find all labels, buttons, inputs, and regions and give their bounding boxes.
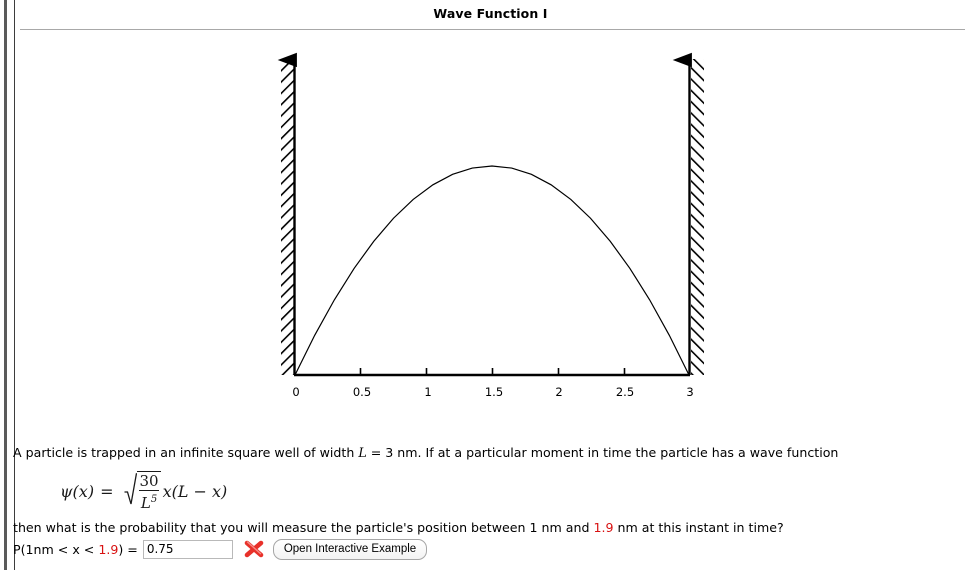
problem-line2-value: 1.9 bbox=[593, 520, 614, 535]
answer-row: P(1nm < x < 1.9) = Open Interactive Exam… bbox=[13, 538, 428, 560]
open-interactive-example-button[interactable]: Open Interactive Example bbox=[272, 538, 428, 560]
problem-line-2: then what is the probability that you wi… bbox=[13, 519, 784, 536]
formula-sqrt: 30 L5 bbox=[124, 470, 161, 512]
answer-label: P(1nm < x < 1.9) = bbox=[13, 542, 138, 557]
formula-denominator: L5 bbox=[138, 490, 160, 512]
answer-label-part1: P(1nm < x < bbox=[13, 541, 99, 557]
wave-function-curve bbox=[294, 165, 690, 376]
header: Wave Function I bbox=[16, 0, 965, 30]
radical-sign-icon bbox=[124, 473, 138, 505]
x-tick-label: 1.5 bbox=[485, 385, 503, 399]
x-tick-label: 2 bbox=[555, 385, 562, 399]
problem-width-symbol: L bbox=[358, 445, 367, 460]
infinite-wall-left-hatch bbox=[281, 59, 294, 375]
formula-denominator-exponent: 5 bbox=[150, 494, 158, 505]
formula-expression: ψ (x) = 30 L5 x(L − x) bbox=[60, 470, 228, 512]
formula-equals: = bbox=[100, 481, 114, 501]
x-tick-label: 0 bbox=[292, 385, 299, 399]
wave-function-figure: 0 0.5 1 1.5 2 2.5 3 bbox=[0, 34, 965, 414]
x-tick-label: 2.5 bbox=[616, 385, 634, 399]
x-tick-label: 3 bbox=[686, 385, 693, 399]
wave-function-plot: 0 0.5 1 1.5 2 2.5 3 bbox=[277, 52, 704, 399]
problem-line2-part2: nm at this instant in time? bbox=[613, 520, 784, 535]
formula-psi: ψ bbox=[60, 481, 73, 501]
answer-label-part2: ) = bbox=[118, 541, 138, 557]
problem-line1-part1: A particle is trapped in an infinite squ… bbox=[13, 445, 359, 460]
formula-denominator-base: L bbox=[140, 494, 151, 512]
x-tick-label: 1 bbox=[424, 385, 431, 399]
problem-line-1: A particle is trapped in an infinite squ… bbox=[13, 444, 953, 461]
answer-label-value: 1.9 bbox=[98, 541, 119, 557]
answer-input[interactable] bbox=[142, 539, 233, 559]
x-axis-tick-labels: 0 0.5 1 1.5 2 2.5 3 bbox=[292, 385, 693, 399]
problem-line2-part1: then what is the probability that you wi… bbox=[13, 520, 594, 535]
x-tick-label: 0.5 bbox=[353, 385, 371, 399]
incorrect-x-icon bbox=[243, 539, 265, 559]
formula-psi-arg: (x) bbox=[72, 481, 95, 501]
page-title: Wave Function I bbox=[433, 6, 548, 21]
infinite-wall-right-hatch bbox=[691, 59, 704, 375]
header-divider bbox=[20, 29, 965, 30]
problem-statement: A particle is trapped in an infinite squ… bbox=[13, 444, 953, 461]
formula-tail: x(L − x) bbox=[162, 481, 228, 501]
formula-fraction: 30 L5 bbox=[137, 471, 161, 512]
wave-function-formula: ψ (x) = 30 L5 x(L − x) bbox=[60, 470, 228, 512]
problem-line1-part2: = 3 nm. If at a particular moment in tim… bbox=[366, 445, 839, 460]
formula-numerator: 30 bbox=[139, 472, 159, 490]
